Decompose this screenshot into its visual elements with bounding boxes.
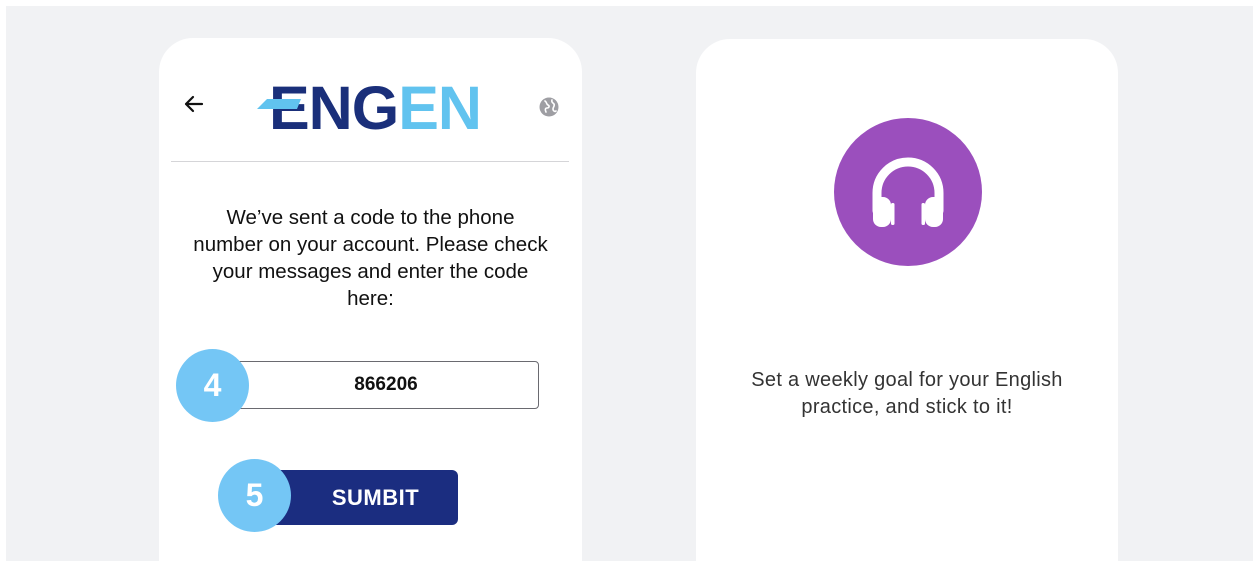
step-badge-5: 5 <box>218 459 291 532</box>
weekly-goal-text: Set a weekly goal for your English pract… <box>751 369 1063 418</box>
engen-logo: ENGEN <box>257 78 482 139</box>
logo-text-light: EN <box>398 74 482 142</box>
logo-swoosh <box>257 99 301 109</box>
verification-card: ENGEN We’ve sent a code to the phone num… <box>159 38 582 561</box>
weekly-goal-card: Set a weekly goal for your English pract… <box>696 39 1118 561</box>
globe-icon <box>539 97 559 117</box>
page-background: ENGEN We’ve sent a code to the phone num… <box>6 6 1253 561</box>
back-button[interactable] <box>180 90 208 118</box>
step-badge-4: 4 <box>176 349 249 422</box>
arrow-left-icon <box>184 95 204 113</box>
verification-message: We’ve sent a code to the phone number on… <box>193 206 548 310</box>
header-divider <box>171 161 569 162</box>
headphones-badge <box>834 118 982 266</box>
verification-code-input[interactable] <box>233 361 539 409</box>
submit-button[interactable]: SUMBIT <box>267 470 458 525</box>
language-button[interactable] <box>538 96 560 118</box>
headphones-icon <box>872 157 944 227</box>
